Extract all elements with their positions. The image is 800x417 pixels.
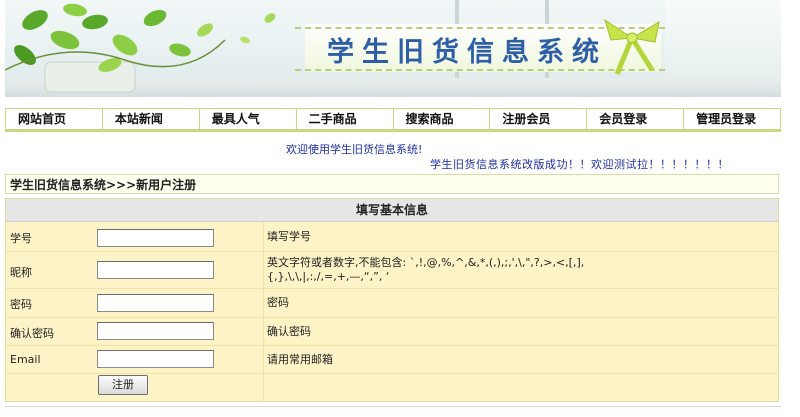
form-row-password: 密码 密码 [6,289,778,318]
student-id-input[interactable] [97,229,214,247]
nav-search[interactable]: 搜索商品 [392,109,490,129]
password-hint: 密码 [267,296,289,309]
register-button[interactable]: 注册 [98,375,148,395]
header-banner: 学生旧货信息系统 [5,0,781,97]
form-row-nickname: 昵称 英文字符或者数字,不能包含: `,!,@,%,^,&,*,(,),;,',… [6,252,778,289]
nav-popular[interactable]: 最具人气 [198,109,296,129]
nav-register[interactable]: 注册会员 [489,109,586,129]
student-id-hint: 填写学号 [267,230,311,243]
nickname-label: 昵称 [10,266,32,279]
form-heading: 填写基本信息 [6,199,778,222]
email-hint: 请用常用邮箱 [267,353,333,366]
nickname-input[interactable] [97,261,214,279]
password-label: 密码 [10,298,32,311]
form-row-student-id: 学号 填写学号 [6,222,778,252]
nav-admin-login[interactable]: 管理员登录 [683,109,781,129]
nav-secondhand[interactable]: 二手商品 [295,109,393,129]
student-id-label: 学号 [10,232,32,245]
confirm-password-input[interactable] [97,322,214,340]
password-input[interactable] [97,294,214,312]
nav-home[interactable]: 网站首页 [5,109,102,129]
nickname-hint: 英文字符或者数字,不能包含: `,!,@,%,^,&,*,(,),;,',\,"… [267,256,585,283]
nav-news[interactable]: 本站新闻 [101,109,199,129]
welcome-message: 欢迎使用学生旧货信息系统! [286,143,423,156]
email-label: Email [10,353,41,366]
confirm-password-label: 确认密码 [10,327,54,340]
footer-divider [5,406,781,407]
nav-member-login[interactable]: 会员登录 [586,109,683,129]
main-nav: 网站首页 本站新闻 最具人气 二手商品 搜索商品 注册会员 会员登录 管理员登录 [5,108,781,132]
plant-illustration [5,3,276,93]
site-title: 学生旧货信息系统 [327,37,607,68]
scrolling-notice: 学生旧货信息系统改版成功！！欢迎测试拉！！！！！！！ [430,158,729,171]
email-input[interactable] [97,350,214,368]
form-row-email: Email 请用常用邮箱 [6,346,778,374]
ribbon-bow-icon [604,18,660,75]
registration-form: 填写基本信息 学号 填写学号 昵称 英文字符或者数字,不能包含: `,!,@,%… [5,198,779,402]
form-row-confirm-password: 确认密码 确认密码 [6,318,778,346]
confirm-password-hint: 确认密码 [267,325,311,338]
breadcrumb: 学生旧货信息系统>>>新用户注册 [5,174,779,194]
